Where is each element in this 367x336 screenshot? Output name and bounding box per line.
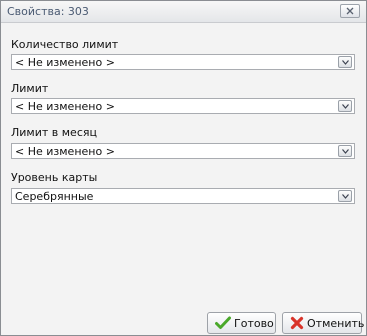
ok-button[interactable]: Готово bbox=[207, 312, 276, 334]
properties-dialog: Свойства: 303 Количество лимит < Не изме… bbox=[0, 0, 367, 336]
window-title: Свойства: 303 bbox=[7, 5, 89, 18]
cancel-button[interactable]: Отменить bbox=[282, 312, 365, 334]
field-label-card-level: Уровень карты bbox=[11, 171, 98, 184]
cancel-button-label: Отменить bbox=[307, 317, 365, 330]
checkmark-icon bbox=[215, 316, 231, 329]
close-button[interactable] bbox=[340, 4, 360, 18]
chevron-down-icon[interactable] bbox=[338, 145, 352, 157]
ok-button-label: Готово bbox=[234, 317, 274, 330]
monthly-limit-select[interactable]: < Не изменено > bbox=[11, 143, 355, 159]
quantity-limit-select[interactable]: < Не изменено > bbox=[11, 54, 355, 70]
select-value: < Не изменено > bbox=[15, 100, 115, 113]
chevron-down-icon[interactable] bbox=[338, 56, 352, 68]
chevron-down-icon[interactable] bbox=[338, 190, 352, 202]
limit-select[interactable]: < Не изменено > bbox=[11, 98, 355, 114]
select-value: < Не изменено > bbox=[15, 145, 115, 158]
field-label-quantity-limit: Количество лимит bbox=[11, 38, 119, 51]
select-value: Серебрянные bbox=[15, 190, 94, 203]
field-label-limit: Лимит bbox=[11, 82, 49, 95]
title-bar: Свойства: 303 bbox=[1, 1, 366, 23]
close-icon bbox=[346, 7, 354, 15]
chevron-down-icon[interactable] bbox=[338, 100, 352, 112]
field-label-monthly-limit: Лимит в месяц bbox=[11, 126, 97, 139]
card-level-select[interactable]: Серебрянные bbox=[11, 188, 355, 204]
red-x-icon bbox=[290, 316, 304, 330]
select-value: < Не изменено > bbox=[15, 56, 115, 69]
